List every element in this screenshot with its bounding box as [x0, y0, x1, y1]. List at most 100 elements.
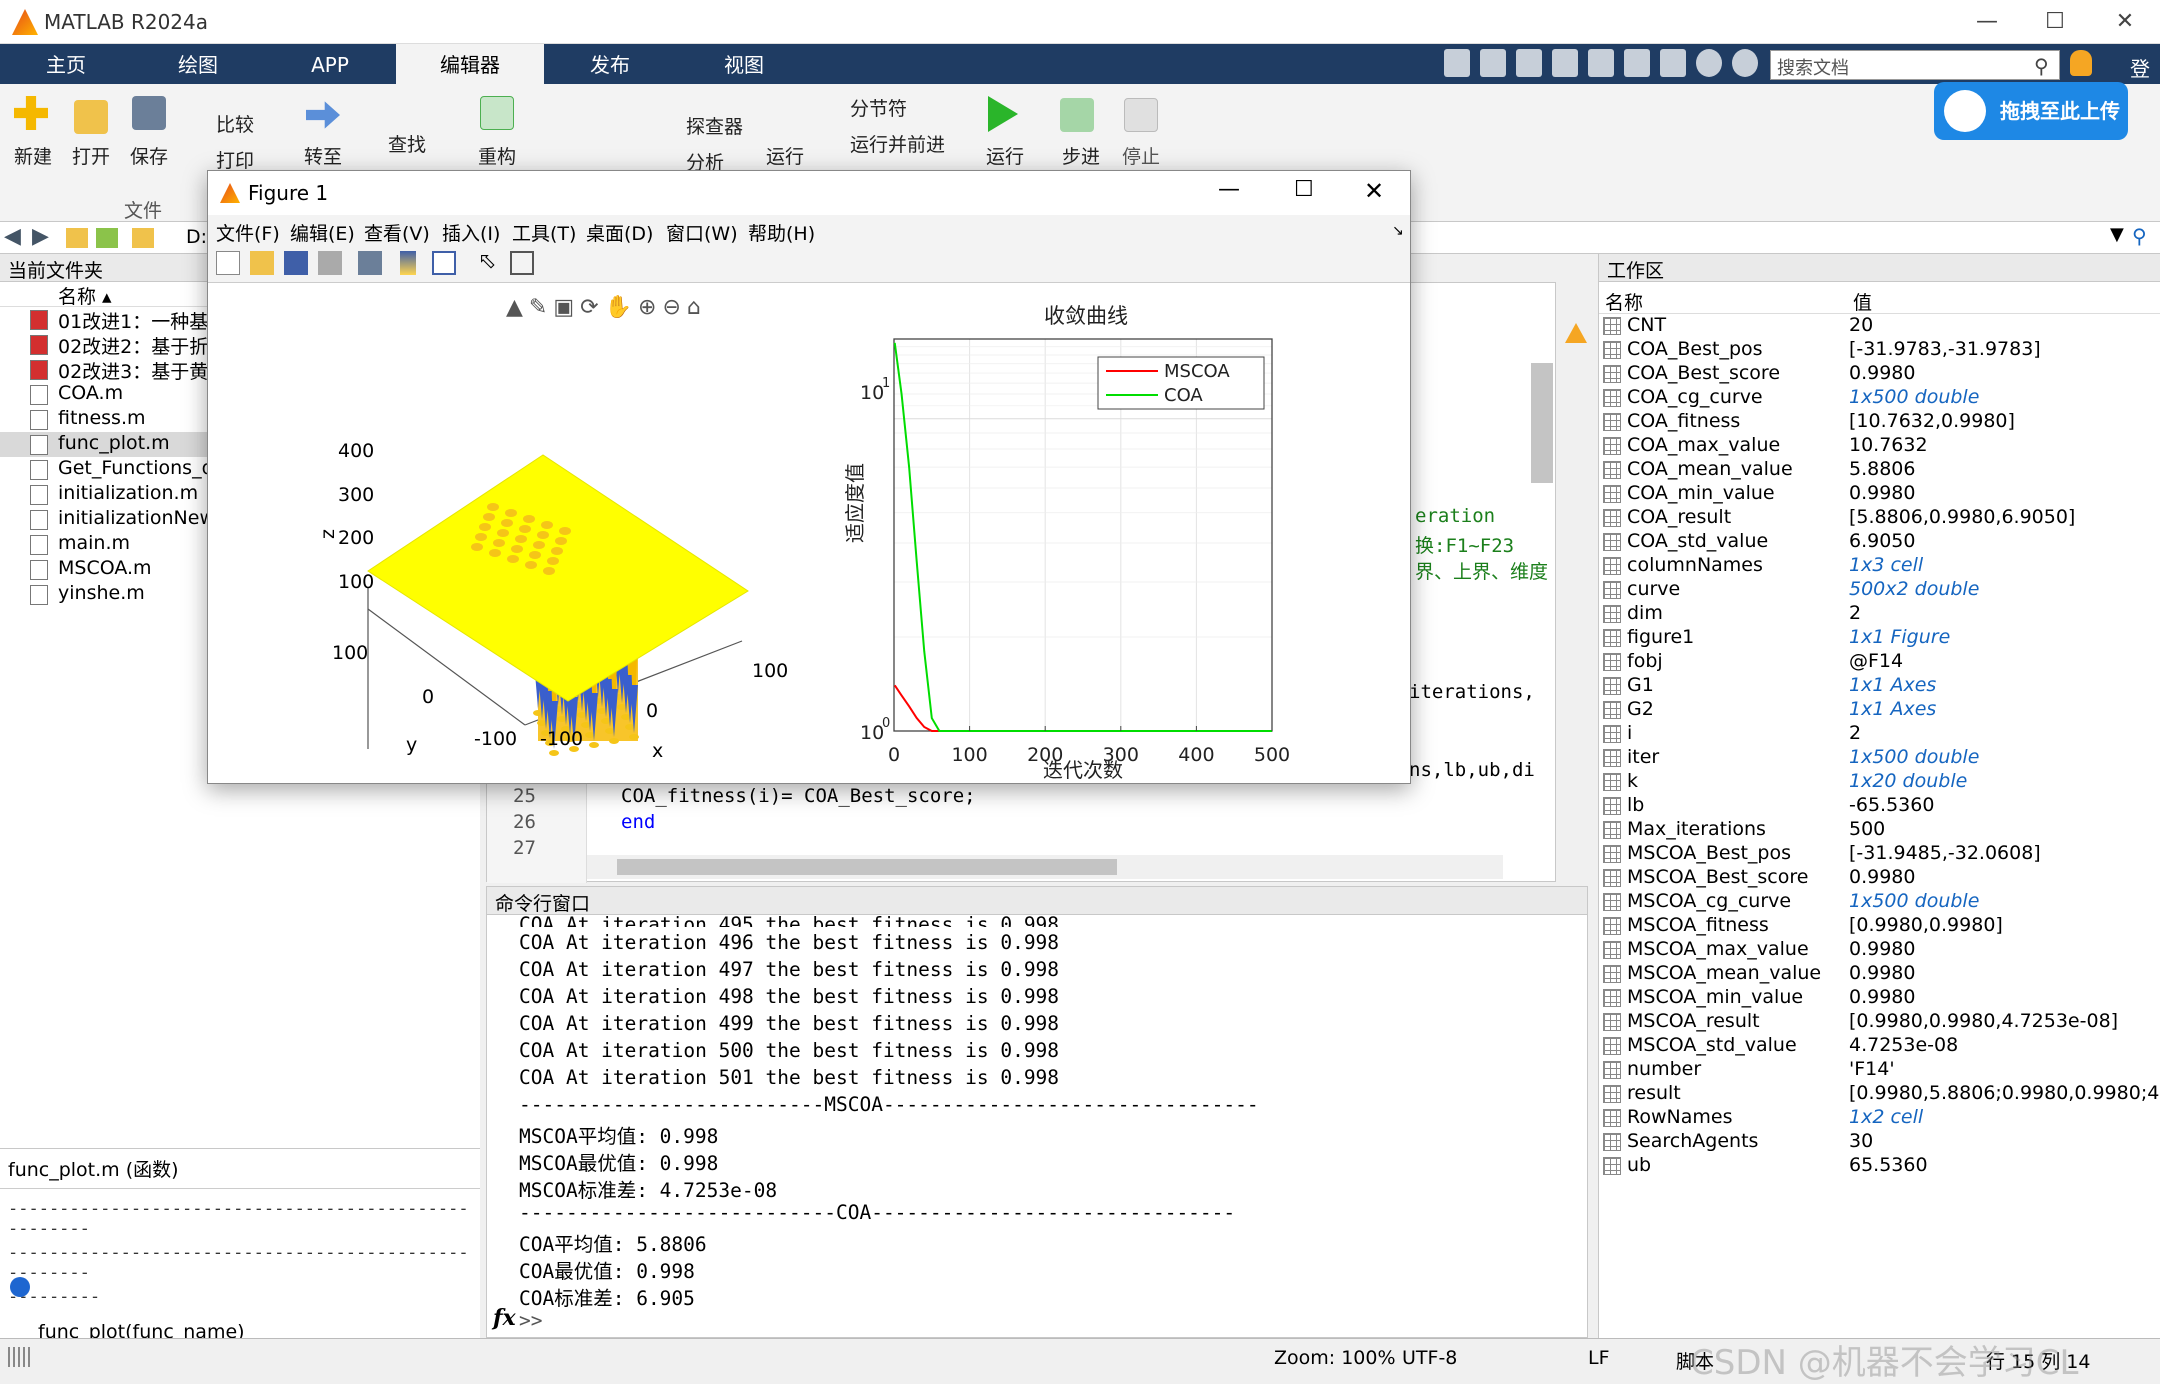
profiler-button[interactable]: 探查器	[686, 112, 743, 139]
workspace-row[interactable]: result [0.9980,5.8806;0.9980,0.9980;4.725	[1599, 1082, 2160, 1106]
stop-button[interactable]: 停止	[1122, 142, 1160, 169]
tab-view[interactable]: 视图	[694, 44, 794, 84]
close-icon[interactable]: ✕	[2100, 4, 2150, 40]
step-button[interactable]: 步进	[1062, 142, 1100, 169]
rotate-icon[interactable]: ⟳	[580, 295, 604, 320]
run-section-button[interactable]: 运行	[766, 142, 804, 169]
brush-icon[interactable]: ✎	[529, 295, 553, 320]
workspace-row[interactable]: MSCOA_max_value 0.9980	[1599, 938, 2160, 962]
pointer-icon[interactable]: ⬁	[478, 249, 496, 274]
workspace-row[interactable]: MSCOA_result [0.9980,0.9980,4.7253e-08]	[1599, 1010, 2160, 1034]
switch-windows-icon[interactable]	[1660, 49, 1686, 77]
ws-col-name[interactable]: 名称	[1605, 288, 1643, 315]
workspace-row[interactable]: i2	[1599, 722, 2160, 746]
figure-close-icon[interactable]: ✕	[1364, 177, 1384, 205]
print-figure-icon[interactable]	[318, 251, 342, 275]
new-icon[interactable]	[14, 96, 48, 130]
workspace-row[interactable]: curve 500x2 double	[1599, 578, 2160, 602]
refactor-icon[interactable]	[480, 96, 514, 130]
search-icon[interactable]: ⚲	[2034, 54, 2049, 78]
open-file-icon[interactable]	[250, 251, 274, 275]
cmd-prompt[interactable]: >>	[519, 1309, 542, 1332]
stop-icon[interactable]	[1124, 98, 1158, 132]
menu-file[interactable]: 文件(F)	[216, 219, 280, 246]
upload-button[interactable]: 拖拽至此上传	[1934, 82, 2128, 140]
run-icon[interactable]	[988, 96, 1018, 132]
menu-insert[interactable]: 插入(I)	[442, 219, 500, 246]
workspace-row[interactable]: iter 1x500 double	[1599, 746, 2160, 770]
workspace-row[interactable]: RowNames 1x2 cell	[1599, 1106, 2160, 1130]
run-button[interactable]: 运行	[986, 142, 1024, 169]
copy-icon[interactable]	[1516, 49, 1542, 77]
property-editor-icon[interactable]	[510, 251, 534, 275]
forward-icon[interactable]: ▶	[32, 224, 49, 249]
convergence-chart[interactable]: 收敛曲线 0 100 200 300 400 500 适应度值 迭代次数 101 100 …	[808, 283, 1408, 783]
undo-icon[interactable]	[1588, 49, 1614, 77]
new-button[interactable]: 新建	[14, 142, 52, 169]
help-icon[interactable]	[1696, 49, 1722, 77]
redo-icon[interactable]	[1624, 49, 1650, 77]
address-dropdown-icon[interactable]: ▼	[2110, 224, 2124, 245]
menu-window[interactable]: 窗口(W)	[666, 219, 738, 246]
workspace-row[interactable]: G1 1x1 Axes	[1599, 674, 2160, 698]
menu-help[interactable]: 帮助(H)	[748, 219, 815, 246]
find-button[interactable]: 查找	[388, 130, 426, 157]
goto-button[interactable]: 转至	[304, 142, 342, 169]
menu-tools[interactable]: 工具(T)	[512, 219, 576, 246]
scrollbar-thumb[interactable]	[617, 859, 1117, 875]
save-figure-icon[interactable]	[284, 251, 308, 275]
paste-icon[interactable]	[1552, 49, 1578, 77]
new-figure-icon[interactable]	[216, 251, 240, 275]
back-icon[interactable]: ◀	[4, 224, 21, 249]
tab-apps[interactable]: APP	[280, 44, 380, 84]
workspace-row[interactable]: lb -65.5360	[1599, 794, 2160, 818]
workspace-row[interactable]: dim 2	[1599, 602, 2160, 626]
workspace-row[interactable]: SearchAgents 30	[1599, 1130, 2160, 1154]
open-button[interactable]: 打开	[72, 142, 110, 169]
menu-desktop[interactable]: 桌面(D)	[586, 219, 653, 246]
fx-icon[interactable]: fx	[493, 1305, 516, 1331]
workspace-row[interactable]: MSCOA_mean_value 0.9980	[1599, 962, 2160, 986]
workspace-row[interactable]: MSCOA_Best_score 0.9980	[1599, 866, 2160, 890]
refactor-button[interactable]: 重构	[478, 142, 516, 169]
surface-plot[interactable]: 400 300 200 100 z 100 0 -100 y -100 0 10…	[248, 321, 808, 781]
options-icon[interactable]	[1732, 49, 1758, 77]
datatip-icon[interactable]: ▣	[553, 295, 580, 320]
print-button[interactable]: 打印	[216, 146, 254, 173]
bell-icon[interactable]	[2070, 50, 2092, 76]
address-path[interactable]: D:	[186, 226, 207, 248]
command-window[interactable]: 命令行窗口 COA At iteration 495 the best fitn…	[486, 886, 1588, 1338]
workspace-row[interactable]: COA_max_value 10.7632	[1599, 434, 2160, 458]
zoom-out-icon[interactable]: ⊖	[662, 295, 686, 320]
browse-icon[interactable]	[96, 228, 118, 248]
minimize-icon[interactable]: —	[1962, 4, 2012, 40]
step-icon[interactable]	[1060, 98, 1094, 132]
section-break-button[interactable]: 分节符	[850, 94, 907, 121]
up-folder-icon[interactable]	[66, 228, 88, 248]
warning-icon[interactable]	[1565, 323, 1587, 343]
undock-icon[interactable]: ↘	[1392, 223, 1404, 239]
workspace-row[interactable]: CNT 20	[1599, 314, 2160, 338]
zoom-in-icon[interactable]: ⊕	[638, 295, 662, 320]
workspace-row[interactable]: figure1 1x1 Figure	[1599, 626, 2160, 650]
search-docs-input[interactable]: 搜索文档	[1770, 50, 2060, 80]
figure-minimize-icon[interactable]: —	[1218, 177, 1240, 202]
figure-maximize-icon[interactable]: ☐	[1294, 177, 1314, 202]
tab-editor[interactable]: 编辑器	[396, 44, 544, 84]
workspace-row[interactable]: COA_result [5.8806,0.9980,6.9050]	[1599, 506, 2160, 530]
workspace-row[interactable]: MSCOA_std_value 4.7253e-08	[1599, 1034, 2160, 1058]
home-icon[interactable]: ⌂	[687, 295, 707, 320]
goto-icon[interactable]	[306, 101, 340, 129]
workspace-row[interactable]: COA_mean_value 5.8806	[1599, 458, 2160, 482]
save-button[interactable]: 保存	[130, 142, 168, 169]
tab-plots[interactable]: 绘图	[148, 44, 248, 84]
save-icon[interactable]	[132, 96, 166, 130]
workspace-row[interactable]: COA_fitness [10.7632,0.9980]	[1599, 410, 2160, 434]
workspace-row[interactable]: MSCOA_Best_pos [-31.9485,-32.0608]	[1599, 842, 2160, 866]
compare-button[interactable]: 比较	[216, 110, 254, 137]
workspace-row[interactable]: COA_Best_score 0.9980	[1599, 362, 2160, 386]
ws-col-value[interactable]: 值	[1853, 288, 1872, 315]
maximize-icon[interactable]: ☐	[2030, 4, 2080, 40]
workspace-row[interactable]: MSCOA_cg_curve 1x500 double	[1599, 890, 2160, 914]
tab-home[interactable]: 主页	[16, 44, 116, 84]
